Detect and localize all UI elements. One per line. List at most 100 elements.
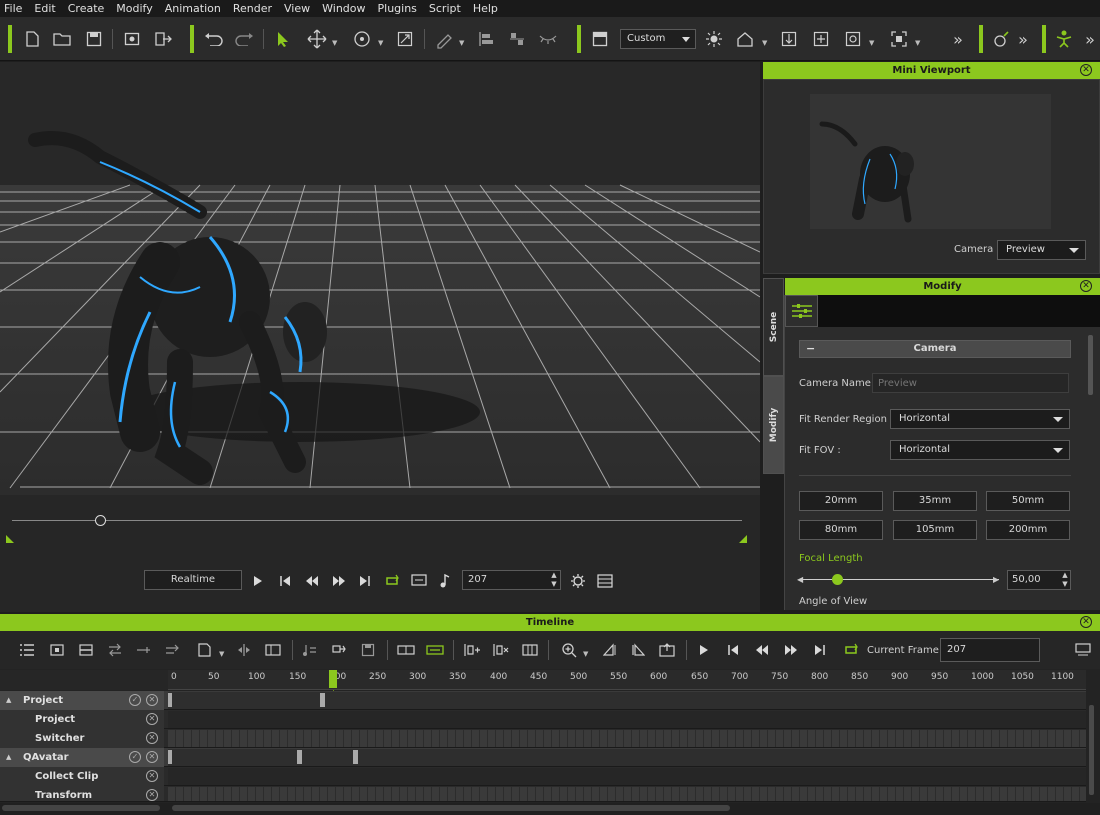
track-row[interactable]: Transform ✕ (0, 786, 1086, 802)
toolbar-overflow-2[interactable]: » (1015, 27, 1031, 51)
track-row[interactable]: Switcher ✕ (0, 729, 1086, 748)
track-lane[interactable] (168, 749, 1086, 766)
remove-track-icon[interactable]: ✕ (146, 789, 158, 801)
lens-50mm-button[interactable]: 50mm (986, 491, 1070, 511)
close-icon[interactable]: ✕ (1080, 616, 1092, 628)
timeline-vertical-scrollbar[interactable] (1089, 705, 1094, 795)
remove-frame-icon[interactable] (490, 639, 512, 661)
key-icon[interactable] (47, 639, 67, 661)
menu-create[interactable]: Create (68, 2, 105, 15)
camera-section-header[interactable]: − Camera (799, 340, 1071, 358)
timeline-end-icon[interactable] (812, 639, 828, 661)
menu-script[interactable]: Script (429, 2, 461, 15)
character-puppet-icon[interactable] (1052, 27, 1076, 51)
subtitle-icon[interactable] (411, 573, 427, 589)
playback-mode-button[interactable]: Realtime (144, 570, 242, 590)
rotate-icon[interactable] (350, 27, 374, 51)
remove-track-icon[interactable]: ✕ (146, 694, 158, 706)
move-icon[interactable] (305, 27, 329, 51)
menu-edit[interactable]: Edit (34, 2, 55, 15)
check-icon[interactable]: ✓ (129, 751, 141, 763)
fit-fov-select[interactable]: Horizontal (890, 440, 1070, 460)
distribute-icon[interactable] (506, 27, 528, 51)
redo-icon[interactable] (233, 27, 255, 51)
timeline-next-icon[interactable] (783, 639, 799, 661)
timeline-play-icon[interactable] (696, 639, 712, 661)
orbit-icon[interactable] (842, 27, 864, 51)
tab-scene[interactable]: Scene (763, 278, 784, 376)
timeline-loop-icon[interactable] (842, 639, 860, 661)
go-to-end-icon[interactable] (358, 573, 372, 589)
expand-arrow-icon[interactable]: ▲ (6, 691, 11, 710)
next-frame-icon[interactable] (331, 573, 347, 589)
columns-icon[interactable] (519, 639, 541, 661)
lens-80mm-button[interactable]: 80mm (799, 520, 883, 540)
toolbar-overflow-3[interactable]: » (1082, 27, 1098, 51)
audio-note-icon[interactable] (438, 573, 452, 589)
view-mode-select[interactable]: Custom (620, 29, 696, 49)
add-frame-icon[interactable] (461, 639, 483, 661)
align-icon[interactable] (475, 27, 497, 51)
fade-in-icon[interactable] (600, 639, 620, 661)
menu-help[interactable]: Help (473, 2, 498, 15)
track-list-scrollbar[interactable] (2, 805, 160, 811)
expand-arrow-icon[interactable]: ▲ (6, 748, 11, 767)
check-icon[interactable]: ✓ (129, 694, 141, 706)
previous-frame-icon[interactable] (304, 573, 320, 589)
export-clip-icon[interactable] (656, 639, 678, 661)
menu-modify[interactable]: Modify (116, 2, 152, 15)
export-icon[interactable] (152, 27, 174, 51)
track-lane[interactable] (168, 730, 1086, 747)
timeline-start-icon[interactable] (725, 639, 741, 661)
fit-range-icon[interactable] (424, 639, 446, 661)
timeline-scrubber-track[interactable] (12, 520, 742, 521)
home-camera-icon[interactable] (734, 27, 756, 51)
undo-icon[interactable] (203, 27, 225, 51)
go-to-start-icon[interactable] (278, 573, 292, 589)
clip-marker[interactable] (168, 693, 172, 707)
fit-render-region-select[interactable]: Horizontal (890, 409, 1070, 429)
remove-track-icon[interactable]: ✕ (146, 713, 158, 725)
range-start-marker[interactable] (6, 535, 14, 543)
frame-spinner[interactable]: ▲ ▼ (549, 571, 559, 589)
timeline-horizontal-scrollbar[interactable] (172, 805, 730, 811)
viewport-layout-icon[interactable] (589, 27, 611, 51)
track-list-icon[interactable] (17, 639, 37, 661)
tab-modify[interactable]: Modify (763, 376, 784, 474)
remove-track-icon[interactable]: ✕ (146, 732, 158, 744)
timeline-scrubber-thumb[interactable] (94, 515, 106, 526)
add-key-icon[interactable] (134, 639, 154, 661)
menu-window[interactable]: Window (322, 2, 365, 15)
scale-icon[interactable] (394, 27, 416, 51)
focal-length-slider-thumb[interactable] (831, 574, 843, 585)
track-row[interactable]: Collect Clip ✕ (0, 767, 1086, 786)
camera-name-field[interactable] (872, 373, 1069, 393)
save-clip-icon[interactable] (358, 639, 378, 661)
menu-view[interactable]: View (284, 2, 310, 15)
clip-window-icon[interactable] (263, 639, 283, 661)
pan-icon[interactable] (810, 27, 832, 51)
open-folder-icon[interactable] (52, 27, 72, 51)
timeline-ruler[interactable]: 0 50 100 150 200 250 300 350 400 450 500… (168, 670, 1086, 690)
motion-pilot-icon[interactable] (990, 27, 1012, 51)
timeline-options-icon[interactable] (1074, 639, 1092, 661)
lens-200mm-button[interactable]: 200mm (986, 520, 1070, 540)
track-row[interactable]: ▲ Project ✓ ✕ (0, 691, 1086, 710)
clip-marker[interactable] (168, 750, 172, 764)
track-lane[interactable] (168, 787, 1086, 801)
fade-out-icon[interactable] (628, 639, 648, 661)
transition-icon[interactable] (193, 639, 215, 661)
save-icon[interactable] (84, 27, 104, 51)
light-icon[interactable] (703, 27, 725, 51)
select-arrow-icon[interactable] (272, 27, 294, 51)
close-icon[interactable]: ✕ (1080, 280, 1092, 292)
remove-track-icon[interactable]: ✕ (146, 751, 158, 763)
lens-105mm-button[interactable]: 105mm (893, 520, 977, 540)
lens-20mm-button[interactable]: 20mm (799, 491, 883, 511)
playback-panel-icon[interactable] (597, 573, 613, 589)
close-icon[interactable]: ✕ (1080, 64, 1092, 76)
camera-select[interactable]: Preview (997, 240, 1086, 260)
lens-35mm-button[interactable]: 35mm (893, 491, 977, 511)
focal-length-slider-track[interactable] (799, 579, 999, 580)
track-lane[interactable] (168, 692, 1086, 709)
